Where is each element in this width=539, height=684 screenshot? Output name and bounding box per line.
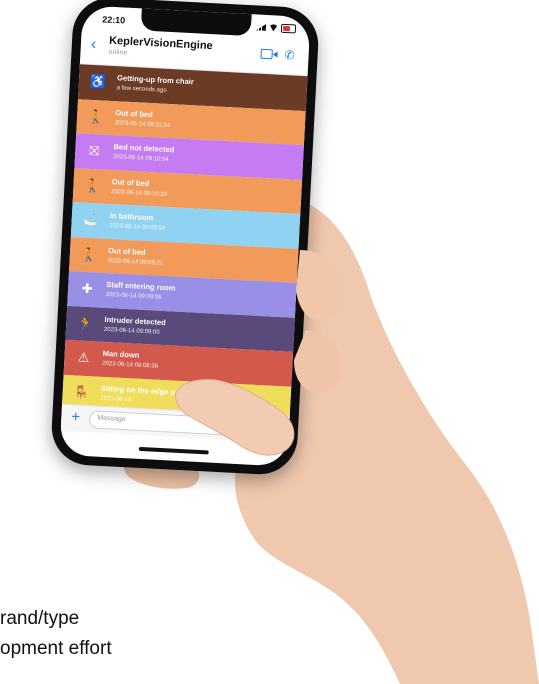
- bathtub-icon: 🛁: [82, 211, 100, 228]
- event-label: Out of bed: [111, 176, 150, 188]
- intruder-icon: 🏃: [76, 314, 94, 331]
- chat-subtitle: online: [108, 48, 128, 57]
- event-label: In bathroom: [109, 211, 154, 223]
- event-time: 2023-06-14 09:09:54: [109, 223, 166, 232]
- event-label: Out of bed: [115, 107, 154, 119]
- event-time: 2023-06-14 09:09:06: [105, 291, 162, 301]
- status-icons: [256, 22, 297, 34]
- event-time: 2023-06-14 09:11:24: [114, 119, 171, 129]
- event-label: Bed not detected: [113, 142, 175, 155]
- sitting-icon: 🪑: [73, 383, 91, 400]
- walking-person-icon: 🚶: [87, 108, 105, 125]
- walking-person-icon: 🚶: [80, 246, 98, 262]
- walking-person-icon: 🚶: [84, 177, 102, 194]
- event-time: 2023-06-14 09:09:00: [103, 326, 160, 336]
- battery-icon: [280, 23, 297, 34]
- caption-line-2: opment effort: [0, 638, 112, 659]
- event-time: a few seconds ago: [116, 85, 167, 94]
- event-time: 2023-06-14 09:10:20: [111, 188, 168, 198]
- home-indicator[interactable]: [138, 446, 209, 455]
- chevron-left-icon[interactable]: ‹: [90, 36, 96, 54]
- event-time: 2023-06-14 09:09:21: [107, 257, 164, 267]
- event-label: Out of bed: [107, 245, 146, 257]
- message-field[interactable]: Message: [88, 410, 260, 438]
- event-list: ♿ Getting-up from chair a few seconds ago 🚶…: [61, 64, 308, 421]
- message-placeholder: Message: [97, 414, 126, 424]
- phone-icon[interactable]: ✆: [284, 48, 295, 63]
- event-label: Getting-up from chair: [116, 73, 194, 87]
- warning-icon: ⚠: [77, 349, 90, 366]
- medical-cross-icon: ✚: [81, 280, 93, 297]
- video-icon[interactable]: [260, 48, 273, 60]
- phone-screen: 22:10 ‹ KeplerVisionEngine online ✆ ♿ Get…: [59, 5, 311, 467]
- event-label: Staff entering room: [106, 279, 176, 293]
- event-label: Man down: [102, 348, 140, 360]
- event-label: Intruder detected: [104, 314, 166, 327]
- event-time: 2023-06-14 09:10:54: [112, 154, 169, 164]
- phone-device: 22:10 ‹ KeplerVisionEngine online ✆ ♿ Get…: [49, 0, 321, 477]
- wifi-icon: [269, 24, 278, 31]
- event-time: 2023-06-14 09:08:36: [102, 360, 158, 370]
- status-time: 22:10: [101, 14, 126, 26]
- signal-icon: [256, 23, 266, 31]
- plus-icon[interactable]: +: [71, 408, 81, 425]
- no-bed-icon: ⛝: [89, 142, 100, 159]
- wheelchair-icon: ♿: [89, 73, 107, 90]
- caption-line-1: rand/type: [0, 608, 80, 629]
- event-time: 2023-06-14: [100, 395, 132, 403]
